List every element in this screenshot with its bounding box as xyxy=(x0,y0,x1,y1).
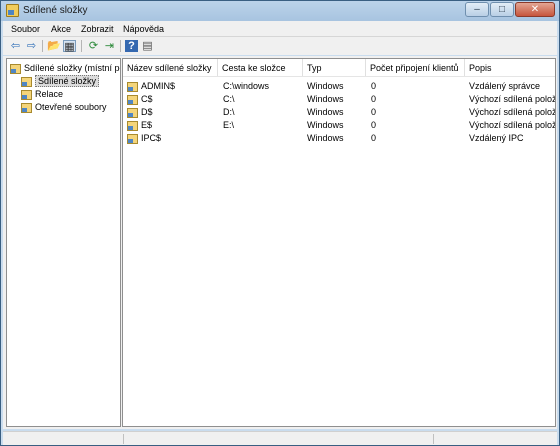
shares-list: Název sdílené složky Cesta ke složce Typ… xyxy=(122,58,556,427)
shared-folder-icon xyxy=(127,134,138,144)
toolbar-separator xyxy=(42,40,43,52)
table-cell: Výchozí sdílená položka xyxy=(469,94,556,104)
menu-akce[interactable]: Akce xyxy=(51,24,71,34)
status-divider xyxy=(123,434,124,444)
table-cell: IPC$ xyxy=(141,133,162,143)
column-header-name[interactable]: Název sdílené složky xyxy=(123,59,218,76)
menu-napoveda[interactable]: Nápověda xyxy=(123,24,164,34)
table-cell: ADMIN$ xyxy=(141,81,176,91)
table-cell: Windows xyxy=(307,107,344,117)
table-cell: 0 xyxy=(371,107,377,117)
toolbar-separator xyxy=(81,40,82,52)
table-cell: C$ xyxy=(141,94,153,104)
back-arrow-icon[interactable]: ⇦ xyxy=(9,40,22,52)
column-header-clients[interactable]: Počet připojení klientů xyxy=(366,59,465,76)
table-cell: 0 xyxy=(371,94,377,104)
maximize-button[interactable]: □ xyxy=(490,2,514,17)
table-cell: E:\ xyxy=(223,120,235,130)
sessions-icon xyxy=(21,90,32,100)
shared-folder-icon xyxy=(21,77,32,87)
table-cell: Výchozí sdílená položka xyxy=(469,120,556,130)
status-divider xyxy=(433,434,434,444)
table-cell: Windows xyxy=(307,94,344,104)
table-cell: 0 xyxy=(371,81,377,91)
toolbar-separator xyxy=(120,40,121,52)
table-cell: Windows xyxy=(307,133,344,143)
help-icon[interactable]: ? xyxy=(125,40,138,52)
menu-soubor[interactable]: Soubor xyxy=(11,24,40,34)
up-folder-icon[interactable]: 📂 xyxy=(47,40,61,52)
properties-icon[interactable]: ▤ xyxy=(141,40,154,52)
menu-zobrazit[interactable]: Zobrazit xyxy=(81,24,114,34)
shared-folders-icon xyxy=(6,4,19,17)
shared-folder-icon xyxy=(127,95,138,105)
title-bar[interactable]: Sdílené složky – □ ✕ xyxy=(1,1,559,21)
table-cell: Windows xyxy=(307,120,344,130)
app-window: Sdílené složky – □ ✕ Soubor Akce Zobrazi… xyxy=(0,0,560,446)
minimize-button[interactable]: – xyxy=(465,2,489,17)
refresh-icon[interactable]: ⟳ xyxy=(87,40,100,52)
shared-folder-icon xyxy=(127,82,138,92)
table-cell: D$ xyxy=(141,107,153,117)
table-cell: Vzdálený IPC xyxy=(469,133,524,143)
open-files-icon xyxy=(21,103,32,113)
table-cell: 0 xyxy=(371,120,377,130)
column-header-path[interactable]: Cesta ke složce xyxy=(218,59,303,76)
export-list-icon[interactable]: ⇥ xyxy=(103,40,116,52)
forward-arrow-icon[interactable]: ⇨ xyxy=(25,40,38,52)
table-cell: Vzdálený správce xyxy=(469,81,541,91)
content-area: Sdílené složky (místní po Sdílené složky… xyxy=(3,56,557,429)
window-controls: – □ ✕ xyxy=(464,2,555,17)
header-divider xyxy=(123,76,555,77)
shared-folder-icon xyxy=(127,121,138,131)
column-header-type[interactable]: Typ xyxy=(303,59,366,76)
table-cell: 0 xyxy=(371,133,377,143)
table-cell: C:\windows xyxy=(223,81,270,91)
table-cell: E$ xyxy=(141,120,153,130)
shared-folder-icon xyxy=(127,108,138,118)
table-cell: C:\ xyxy=(223,94,235,104)
status-bar xyxy=(3,431,557,445)
table-cell: Výchozí sdílená položka xyxy=(469,107,556,117)
column-header-description[interactable]: Popis xyxy=(465,59,555,76)
toolbar: ⇦ ⇨ 📂 ▦ ⟳ ⇥ ? ▤ xyxy=(3,37,557,55)
console-tree: Sdílené složky (místní po Sdílené složky… xyxy=(6,58,121,427)
table-cell: D:\ xyxy=(223,107,235,117)
window-title: Sdílené složky xyxy=(23,5,88,16)
show-hide-tree-icon[interactable]: ▦ xyxy=(63,40,76,53)
table-cell: Windows xyxy=(307,81,344,91)
close-button[interactable]: ✕ xyxy=(515,2,555,17)
menu-bar: Soubor Akce Zobrazit Nápověda xyxy=(3,21,557,37)
shared-folders-icon xyxy=(10,64,21,74)
